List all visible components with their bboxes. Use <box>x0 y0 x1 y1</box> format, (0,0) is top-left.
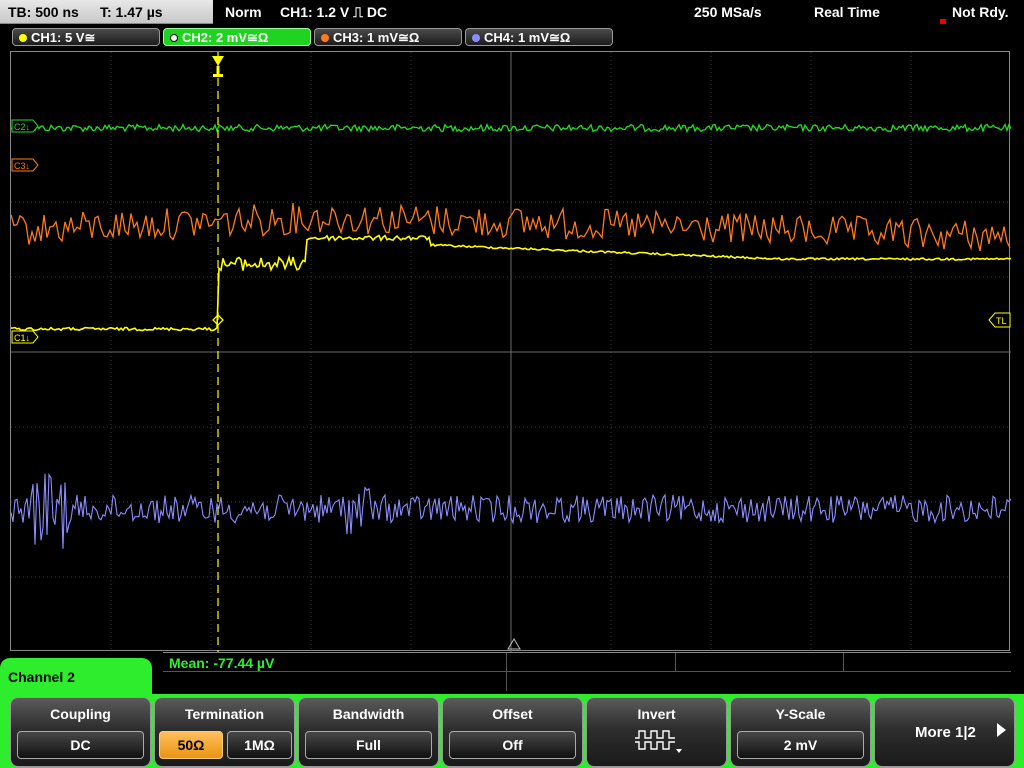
acquisition-mode: Real Time <box>814 4 880 20</box>
measurement-divider <box>675 653 676 671</box>
chevron-right-icon <box>997 723 1006 737</box>
ch3-color-icon <box>321 34 329 42</box>
status-bar: TB: 500 ns T: 1.47 µs Norm CH1: 1.2 V ⎍ … <box>0 0 1024 25</box>
ch2-color-icon <box>170 34 178 42</box>
offset-title: Offset <box>492 706 533 722</box>
tab-ch2[interactable]: CH2: 2 mV≅Ω <box>163 28 311 46</box>
status-indicator-icon <box>940 19 946 24</box>
invert-button[interactable]: Invert <box>586 697 727 767</box>
tab-ch4-label: CH4: 1 mV≅Ω <box>484 30 571 45</box>
more-label: More 1|2 <box>915 724 976 741</box>
trigger-level-label: TL <box>996 316 1007 326</box>
coupling-value: DC <box>17 731 144 759</box>
yscale-title: Y-Scale <box>775 706 826 722</box>
ch3-ground-marker[interactable]: C3↓ <box>11 158 39 172</box>
termination-50ohm-option[interactable]: 50Ω <box>159 731 223 759</box>
bandwidth-button[interactable]: Bandwidth Full <box>298 697 439 767</box>
trigger-mode[interactable]: Norm <box>225 0 262 24</box>
ch4-color-icon <box>472 34 480 42</box>
timebase-value: TB: 500 ns <box>8 4 79 20</box>
measurement-divider <box>843 653 844 671</box>
measurement-divider <box>506 653 507 691</box>
menu-title: Channel 2 <box>0 658 152 698</box>
more-button[interactable]: More 1|2 <box>874 697 1015 767</box>
tab-ch1[interactable]: CH1: 5 V≅ <box>12 28 160 46</box>
tab-ch4[interactable]: CH4: 1 mV≅Ω <box>465 28 613 46</box>
waveform-canvas: C2↓ C3↓ C1↓ TL <box>11 52 1011 652</box>
bandwidth-value: Full <box>305 731 432 759</box>
ch1-color-icon <box>19 34 27 42</box>
trigger-status: Not Rdy. <box>952 4 1009 20</box>
mean-measurement: Mean: -77.44 µV <box>169 655 275 671</box>
graticule <box>11 52 1011 652</box>
tab-ch3-label: CH3: 1 mV≅Ω <box>333 30 420 45</box>
measurement-divider <box>163 671 1011 672</box>
ch2-ground-marker[interactable]: C2↓ <box>11 119 39 133</box>
tab-ch3[interactable]: CH3: 1 mV≅Ω <box>314 28 462 46</box>
yscale-value: 2 mV <box>737 731 864 759</box>
sample-rate: 250 MSa/s <box>694 4 762 20</box>
timebase-box[interactable]: TB: 500 ns T: 1.47 µs <box>0 0 213 24</box>
trigger-info[interactable]: CH1: 1.2 V ⎍ DC <box>280 0 387 24</box>
termination-title: Termination <box>184 706 265 722</box>
horizontal-position-icon[interactable] <box>507 638 521 650</box>
tab-ch2-label: CH2: 2 mV≅Ω <box>182 30 269 45</box>
yscale-button[interactable]: Y-Scale 2 mV <box>730 697 871 767</box>
trigger-position-icon[interactable] <box>212 56 224 77</box>
trigger-time-value: T: 1.47 µs <box>100 4 163 20</box>
tab-ch1-label: CH1: 5 V≅ <box>31 30 96 45</box>
termination-1mohm-option[interactable]: 1MΩ <box>227 731 292 759</box>
trigger-level-marker[interactable]: TL <box>988 312 1011 328</box>
ch2-marker-label: C2↓ <box>14 122 30 132</box>
invert-waveform-icon <box>635 730 682 753</box>
ch1-marker-label: C1↓ <box>14 333 30 343</box>
waveform-display[interactable]: C2↓ C3↓ C1↓ TL <box>10 51 1011 652</box>
measurement-panel: Mean: -77.44 µV <box>163 652 1011 691</box>
invert-title: Invert <box>637 706 676 722</box>
ch1-ground-marker[interactable]: C1↓ <box>11 330 39 344</box>
termination-button[interactable]: Termination 50Ω 1MΩ <box>154 697 295 767</box>
offset-button[interactable]: Offset Off <box>442 697 583 767</box>
bandwidth-title: Bandwidth <box>332 706 405 722</box>
ch3-marker-label: C3↓ <box>14 161 30 171</box>
offset-value: Off <box>449 731 576 759</box>
coupling-title: Coupling <box>50 706 111 722</box>
coupling-button[interactable]: Coupling DC <box>10 697 151 767</box>
